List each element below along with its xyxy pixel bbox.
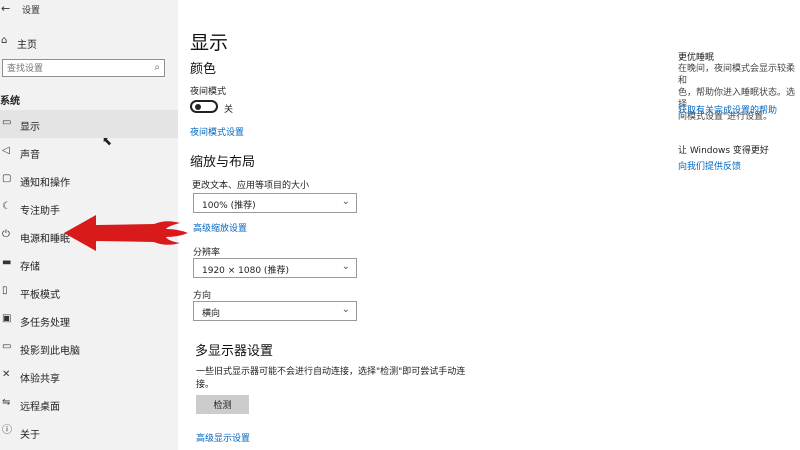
resolution-label: 分辨率 bbox=[193, 248, 221, 258]
monitor-icon: ▭ bbox=[2, 117, 12, 128]
help-link[interactable]: 获取有关完成设置的帮助 bbox=[678, 103, 777, 116]
tablet-icon: ▯ bbox=[2, 285, 8, 296]
project-icon: ▭ bbox=[2, 341, 12, 352]
sidebar-item-notifications[interactable]: ▢ 通知和操作 bbox=[0, 166, 178, 194]
color-section-title: 颜色 bbox=[190, 62, 217, 77]
share-icon: ✕ bbox=[2, 369, 11, 380]
sidebar-item-remote-desktop[interactable]: ⇋ 远程桌面 bbox=[0, 390, 178, 418]
multitask-icon: ▣ bbox=[2, 313, 12, 324]
sidebar-home-label: 主页 bbox=[17, 40, 37, 51]
night-mode-settings-link[interactable]: 夜间模式设置 bbox=[190, 125, 244, 138]
red-arrow-annotation bbox=[64, 215, 188, 251]
orientation-label: 方向 bbox=[193, 291, 212, 301]
multi-display-description: 一些旧式显示器可能不会进行自动连接，选择"检测"即可尝试手动连接。 bbox=[196, 367, 466, 390]
sidebar-home[interactable]: ⌂ 主页 bbox=[0, 35, 178, 51]
improve-windows-title: 让 Windows 变得更好 bbox=[678, 146, 769, 156]
orientation-dropdown[interactable]: 横向 ⌄ bbox=[193, 301, 357, 321]
remote-desktop-icon: ⇋ bbox=[2, 397, 11, 408]
power-icon: ⏻ bbox=[2, 229, 10, 240]
sidebar-item-label: 存储 bbox=[20, 262, 40, 273]
sidebar-item-storage[interactable]: ▬ 存储 bbox=[0, 250, 178, 278]
night-mode-label: 夜间模式 bbox=[190, 87, 227, 97]
search-input[interactable] bbox=[7, 62, 147, 75]
main-content: 显示 颜色 夜间模式 关 夜间模式设置 缩放与布局 更改文本、应用等项目的大小 … bbox=[178, 0, 800, 450]
search-icon[interactable]: ⌕ bbox=[154, 62, 160, 73]
sidebar-item-label: 体验共享 bbox=[20, 374, 60, 385]
sidebar-item-label: 声音 bbox=[20, 150, 40, 161]
chevron-down-icon: ⌄ bbox=[341, 304, 350, 315]
resolution-dropdown[interactable]: 1920 × 1080 (推荐) ⌄ bbox=[193, 258, 357, 278]
night-mode-state: 关 bbox=[224, 105, 234, 115]
storage-icon: ▬ bbox=[2, 257, 12, 268]
info-icon: ⓘ bbox=[2, 425, 12, 436]
speaker-icon: ◁ bbox=[2, 145, 10, 156]
sidebar-item-tablet-mode[interactable]: ▯ 平板模式 bbox=[0, 278, 178, 306]
sidebar-item-shared-experience[interactable]: ✕ 体验共享 bbox=[0, 362, 178, 390]
chevron-down-icon: ⌄ bbox=[341, 261, 350, 272]
multi-display-section-title: 多显示器设置 bbox=[195, 344, 274, 359]
scale-value: 100% (推荐) bbox=[202, 201, 256, 211]
sidebar-item-label: 投影到此电脑 bbox=[20, 346, 80, 357]
scale-label: 更改文本、应用等项目的大小 bbox=[192, 181, 310, 191]
resolution-value: 1920 × 1080 (推荐) bbox=[202, 266, 289, 276]
search-box[interactable]: ⌕ bbox=[2, 59, 165, 77]
notification-icon: ▢ bbox=[2, 173, 12, 184]
sidebar-item-label: 通知和操作 bbox=[20, 178, 70, 189]
night-mode-toggle[interactable] bbox=[190, 100, 218, 113]
advanced-display-link[interactable]: 高级显示设置 bbox=[196, 431, 250, 444]
sidebar-item-project[interactable]: ▭ 投影到此电脑 bbox=[0, 334, 178, 362]
feedback-link[interactable]: 向我们提供反馈 bbox=[678, 159, 741, 172]
sidebar-item-label: 平板模式 bbox=[20, 290, 60, 301]
back-arrow-icon[interactable]: ← bbox=[1, 2, 10, 15]
right-panel-title: 更优睡眠 bbox=[678, 53, 715, 63]
page-title: 显示 bbox=[190, 32, 229, 54]
sidebar-item-label: 显示 bbox=[20, 122, 40, 133]
chevron-down-icon: ⌄ bbox=[341, 196, 350, 207]
moon-icon: ☾ bbox=[2, 201, 11, 212]
detect-button[interactable]: 检测 bbox=[196, 395, 249, 414]
app-title: 设置 bbox=[22, 6, 41, 16]
scale-layout-section-title: 缩放与布局 bbox=[190, 155, 256, 170]
sidebar-item-display[interactable]: ▭ 显示 bbox=[0, 110, 178, 138]
advanced-scale-link[interactable]: 高级缩放设置 bbox=[193, 221, 247, 234]
sidebar-item-label: 专注助手 bbox=[20, 206, 60, 217]
home-icon: ⌂ bbox=[1, 35, 8, 46]
sidebar-item-label: 多任务处理 bbox=[20, 318, 70, 329]
orientation-value: 横向 bbox=[202, 309, 221, 319]
sidebar-item-label: 远程桌面 bbox=[20, 402, 60, 413]
sidebar-section-title: 系统 bbox=[0, 96, 20, 107]
sidebar-item-about[interactable]: ⓘ 关于 bbox=[0, 418, 178, 446]
sidebar-item-sound[interactable]: ◁ 声音 bbox=[0, 138, 178, 166]
mouse-cursor-icon: ⬉ bbox=[102, 134, 113, 148]
scale-dropdown[interactable]: 100% (推荐) ⌄ bbox=[193, 193, 357, 213]
sidebar-item-label: 关于 bbox=[20, 430, 40, 441]
toggle-knob bbox=[195, 104, 201, 110]
sidebar-item-multitasking[interactable]: ▣ 多任务处理 bbox=[0, 306, 178, 334]
